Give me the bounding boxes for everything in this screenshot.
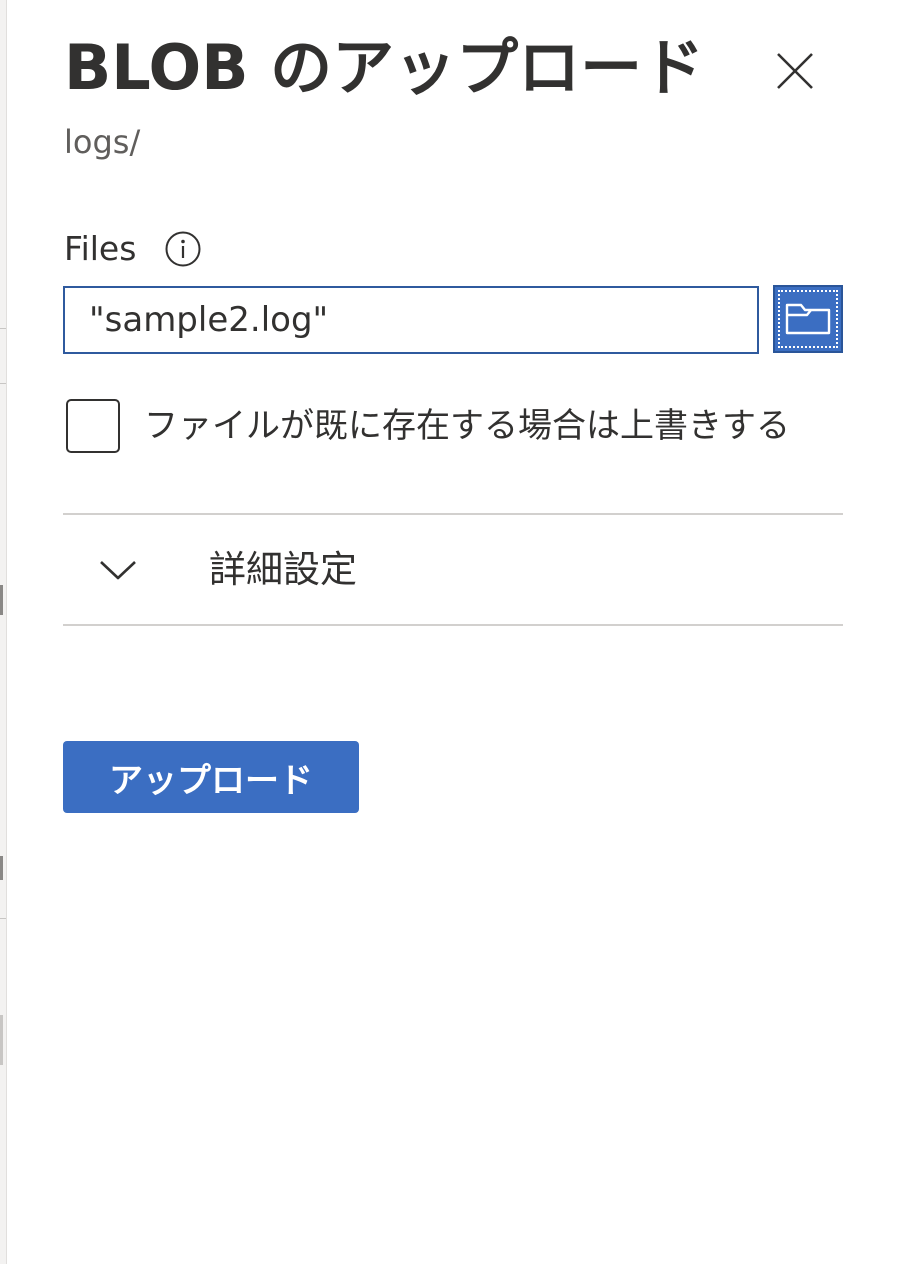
container-path: logs/ — [64, 123, 141, 161]
advanced-settings-toggle[interactable]: 詳細設定 — [63, 515, 843, 624]
section-divider — [63, 624, 843, 626]
underlay-divider — [0, 918, 6, 919]
overwrite-option[interactable]: ファイルが既に存在する場合は上書きする — [66, 399, 790, 453]
info-icon[interactable] — [164, 230, 202, 268]
upload-button[interactable]: アップロード — [63, 741, 359, 813]
upload-blob-panel: BLOB のアップロード logs/ Files "sample2.log" フ… — [0, 0, 903, 1264]
folder-icon — [785, 303, 831, 335]
close-button[interactable] — [770, 46, 820, 96]
underlay-fragment — [0, 585, 3, 615]
files-label: Files — [64, 229, 137, 268]
underlay-fragment — [0, 856, 3, 880]
advanced-settings-label: 詳細設定 — [209, 547, 357, 591]
files-input[interactable]: "sample2.log" — [63, 286, 759, 354]
overwrite-checkbox[interactable] — [66, 399, 120, 453]
underlying-blade-edge — [0, 0, 7, 1264]
underlay-divider — [0, 328, 6, 329]
close-icon — [777, 53, 813, 89]
overwrite-label: ファイルが既に存在する場合は上書きする — [144, 406, 790, 446]
underlay-scrollbar — [0, 1015, 3, 1065]
files-input-value: "sample2.log" — [89, 300, 329, 340]
underlay-divider — [0, 383, 6, 384]
panel-title: BLOB のアップロード — [64, 31, 705, 104]
browse-files-button[interactable] — [773, 285, 843, 353]
chevron-down-icon — [99, 551, 137, 589]
